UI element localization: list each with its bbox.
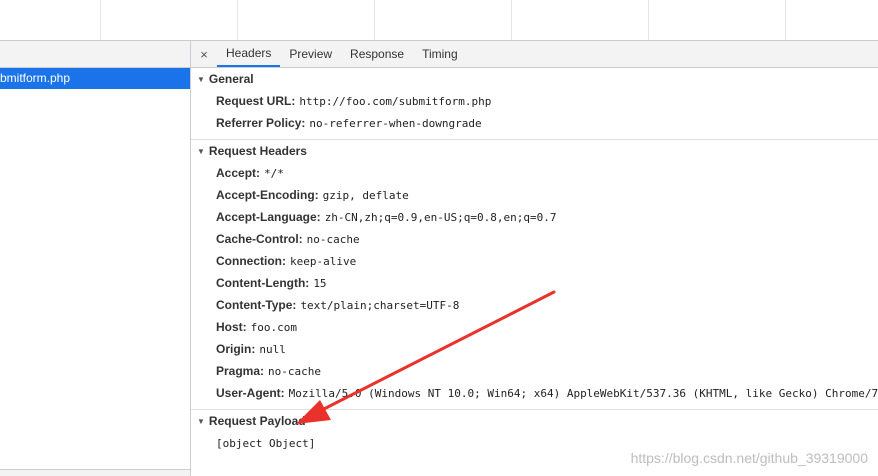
header-row: Pragma: no-cache: [191, 360, 878, 382]
header-row: Connection: keep-alive: [191, 250, 878, 272]
header-key: Accept-Language:: [216, 210, 321, 224]
header-row: User-Agent: Mozilla/5.0 (Windows NT 10.0;…: [191, 382, 878, 404]
header-value: http://foo.com/submitform.php: [299, 95, 492, 108]
request-details-pane: × Headers Preview Response Timing ▼ Gene…: [191, 41, 878, 476]
header-value: no-referrer-when-downgrade: [309, 117, 482, 130]
timeline-grid-line: [374, 0, 375, 40]
header-key: Accept-Encoding:: [216, 188, 319, 202]
tab-headers[interactable]: Headers: [217, 41, 281, 67]
header-key: Content-Length:: [216, 276, 310, 290]
header-key: Host:: [216, 320, 247, 334]
header-value: zh-CN,zh;q=0.9,en-US;q=0.8,en;q=0.7: [324, 211, 557, 224]
request-payload-toggle[interactable]: ▼ Request Payload: [191, 410, 878, 432]
request-headers-section: ▼ Request Headers Accept: */* Accept-Enco…: [191, 140, 878, 410]
request-list-footer: [0, 469, 190, 476]
header-key: Cache-Control:: [216, 232, 303, 246]
header-value: Mozilla/5.0 (Windows NT 10.0; Win64; x64…: [288, 387, 878, 400]
header-key: Content-Type:: [216, 298, 297, 312]
header-row: Request URL: http://foo.com/submitform.ph…: [191, 90, 878, 112]
close-icon[interactable]: ×: [191, 41, 217, 67]
request-list-pane: bmitform.php: [0, 41, 191, 476]
tab-response[interactable]: Response: [341, 41, 413, 67]
header-value: text/plain;charset=UTF-8: [300, 299, 460, 312]
request-name: bmitform.php: [0, 71, 71, 85]
header-value: gzip, deflate: [322, 189, 409, 202]
header-key: Connection:: [216, 254, 286, 268]
header-value: keep-alive: [290, 255, 357, 268]
section-title: General: [208, 72, 254, 86]
header-row: Referrer Policy: no-referrer-when-downgra…: [191, 112, 878, 134]
tab-preview[interactable]: Preview: [280, 41, 341, 67]
section-title: Request Payload: [208, 414, 306, 428]
header-row: Content-Length: 15: [191, 272, 878, 294]
request-headers-toggle[interactable]: ▼ Request Headers: [191, 140, 878, 162]
section-title: Request Headers: [208, 144, 307, 158]
header-key: User-Agent:: [216, 386, 285, 400]
header-value: null: [259, 343, 286, 356]
timeline-grid-line: [511, 0, 512, 40]
header-key: Referrer Policy:: [216, 116, 306, 130]
header-row: Accept: */*: [191, 162, 878, 184]
request-row-selected[interactable]: bmitform.php: [0, 68, 190, 89]
header-row: Cache-Control: no-cache: [191, 228, 878, 250]
general-section-toggle[interactable]: ▼ General: [191, 68, 878, 90]
header-value: foo.com: [250, 321, 298, 334]
header-value: no-cache: [306, 233, 360, 246]
triangle-down-icon: ▼: [197, 416, 205, 426]
payload-value: [object Object]: [216, 437, 316, 450]
watermark: https://blog.csdn.net/github_39319000: [630, 450, 868, 466]
header-row: Host: foo.com: [191, 316, 878, 338]
timeline-grid-line: [648, 0, 649, 40]
timeline-grid-line: [785, 0, 786, 40]
details-tabbar: × Headers Preview Response Timing: [191, 41, 878, 68]
header-value: 15: [313, 277, 327, 290]
header-value: */*: [264, 167, 284, 180]
header-row: Accept-Encoding: gzip, deflate: [191, 184, 878, 206]
header-row: Origin: null: [191, 338, 878, 360]
tab-timing[interactable]: Timing: [413, 41, 467, 67]
timeline-overview[interactable]: [0, 0, 878, 41]
header-value: no-cache: [268, 365, 322, 378]
header-key: Pragma:: [216, 364, 265, 378]
general-section: ▼ General Request URL: http://foo.com/sub…: [191, 68, 878, 140]
triangle-down-icon: ▼: [197, 74, 205, 84]
request-list-header: [0, 41, 190, 68]
timeline-grid-line: [100, 0, 101, 40]
header-row: Accept-Language: zh-CN,zh;q=0.9,en-US;q=0…: [191, 206, 878, 228]
header-key: Request URL:: [216, 94, 296, 108]
header-key: Accept:: [216, 166, 261, 180]
header-key: Origin:: [216, 342, 256, 356]
triangle-down-icon: ▼: [197, 146, 205, 156]
timeline-grid-line: [237, 0, 238, 40]
header-row: Content-Type: text/plain;charset=UTF-8: [191, 294, 878, 316]
